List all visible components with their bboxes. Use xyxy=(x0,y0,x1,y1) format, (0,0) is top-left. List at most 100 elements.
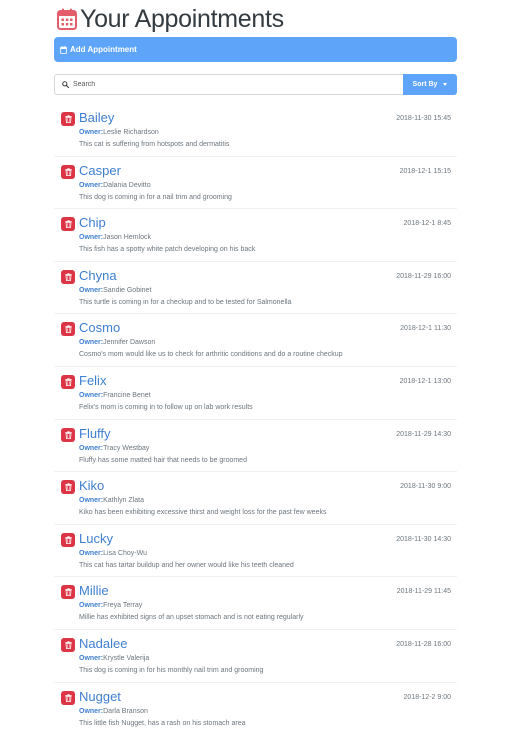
delete-appointment-button[interactable] xyxy=(61,164,75,179)
appointment-notes: Cosmo's mom would like us to check for a… xyxy=(79,351,343,359)
trash-icon xyxy=(64,483,72,492)
pet-name: Millie xyxy=(79,583,109,599)
appointment-item: Lucky 2018-11-30 14:30 Owner:Lisa Choy-W… xyxy=(54,525,457,578)
owner-label: Owner: xyxy=(79,549,104,557)
delete-appointment-button[interactable] xyxy=(61,427,75,442)
delete-appointment-button[interactable] xyxy=(61,322,75,337)
appointment-item: Nadalee 2018-11-28 16:00 Owner:Krystle V… xyxy=(54,630,457,683)
appointment-date: 2018-12-1 8:45 xyxy=(403,220,451,228)
trash-icon xyxy=(64,378,72,386)
appointment-date: 2018-12-2 9:00 xyxy=(403,693,451,701)
appointment-item: Chip 2018-12-1 8:45 Owner:Jason Hemlock … xyxy=(54,209,457,262)
owner-label: Owner: xyxy=(79,707,104,715)
sort-by-button[interactable]: Sort By xyxy=(403,74,457,95)
owner-label: Owner: xyxy=(79,286,104,294)
appointment-notes: This cat has tartar buildup and her owne… xyxy=(79,561,294,569)
delete-appointment-button[interactable] xyxy=(61,637,75,652)
pet-name: Cosmo xyxy=(79,320,121,336)
appointment-notes: This dog is coming in for his monthly na… xyxy=(79,666,264,674)
calendar-icon xyxy=(60,45,67,54)
trash-icon xyxy=(64,588,72,597)
owner-name: Sandie Gobinet xyxy=(103,286,152,294)
appointment-date: 2018-11-30 9:00 xyxy=(400,483,451,491)
appointment-item: Cosmo 2018-12-1 11:30 Owner:Jennifer Daw… xyxy=(54,314,457,367)
owner-line: Owner:Kathlyn Zlata xyxy=(79,497,144,504)
owner-name: Jennifer Dawson xyxy=(103,339,156,347)
appointment-item: Fluffy 2018-11-29 14:30 Owner:Tracy West… xyxy=(54,420,457,473)
pet-name: Nugget xyxy=(79,688,121,704)
delete-appointment-button[interactable] xyxy=(61,374,75,389)
pet-name: Felix xyxy=(79,372,107,388)
owner-label: Owner: xyxy=(79,497,104,505)
owner-label: Owner: xyxy=(79,654,104,662)
trash-icon xyxy=(64,167,72,176)
trash-icon xyxy=(64,430,72,439)
trash-icon xyxy=(64,325,72,334)
owner-line: Owner:Dalania Devitto xyxy=(79,182,151,189)
appointment-date: 2018-11-30 14:30 xyxy=(396,535,451,543)
owner-name: Lisa Choy-Wu xyxy=(103,549,147,557)
owner-label: Owner: xyxy=(79,602,104,610)
pet-name: Bailey xyxy=(79,110,115,125)
owner-label: Owner: xyxy=(79,129,104,136)
owner-name: Krystle Valerija xyxy=(103,654,150,662)
owner-label: Owner: xyxy=(79,181,104,189)
appointment-item: Bailey 2018-11-30 15:45 Owner:Leslie Ric… xyxy=(54,104,457,157)
delete-appointment-button[interactable] xyxy=(61,112,75,126)
add-appointment-button[interactable]: Add Appointment xyxy=(54,37,457,62)
owner-line: Owner:Leslie Richardson xyxy=(79,129,159,136)
appointment-item: Casper 2018-12-1 15:15 Owner:Dalania Dev… xyxy=(54,157,457,210)
pet-name: Chip xyxy=(79,215,106,231)
search-field xyxy=(54,74,403,95)
appointment-date: 2018-11-30 15:45 xyxy=(396,115,451,122)
appointment-notes: Fluffy has some matted hair that needs t… xyxy=(79,456,247,464)
delete-appointment-button[interactable] xyxy=(61,532,75,547)
pet-name: Lucky xyxy=(79,530,113,546)
appointment-item: Millie 2018-11-29 11:45 Owner:Freya Terr… xyxy=(54,577,457,630)
search-input[interactable] xyxy=(73,81,373,88)
appointment-item: Kiko 2018-11-30 9:00 Owner:Kathlyn Zlata… xyxy=(54,472,457,525)
appointment-notes: This turtle is coming in for a checkup a… xyxy=(79,298,292,306)
owner-line: Owner:Sandie Gobinet xyxy=(79,287,151,294)
delete-appointment-button[interactable] xyxy=(61,690,75,705)
caret-down-icon xyxy=(443,83,448,86)
owner-name: Kathlyn Zlata xyxy=(103,497,144,505)
appointment-date: 2018-11-28 16:00 xyxy=(396,640,451,648)
appointment-item: Chyna 2018-11-29 16:00 Owner:Sandie Gobi… xyxy=(54,262,457,315)
owner-line: Owner:Krystle Valerija xyxy=(79,655,149,662)
trash-icon xyxy=(64,693,72,702)
pet-name: Nadalee xyxy=(79,635,128,651)
pet-name: Casper xyxy=(79,162,121,178)
search-icon xyxy=(62,81,69,88)
trash-icon xyxy=(64,273,72,281)
trash-icon xyxy=(64,115,72,123)
owner-line: Owner:Francine Benet xyxy=(79,392,151,399)
delete-appointment-button[interactable] xyxy=(61,480,75,495)
owner-name: Jason Hemlock xyxy=(103,234,151,242)
appointment-item: Nugget 2018-12-2 9:00 Owner:Darla Branso… xyxy=(54,683,457,736)
owner-name: Francine Benet xyxy=(103,391,151,399)
owner-name: Dalania Devitto xyxy=(103,181,151,189)
delete-appointment-button[interactable] xyxy=(61,269,75,284)
appointment-date: 2018-11-29 16:00 xyxy=(396,272,451,280)
appointment-date: 2018-11-29 11:45 xyxy=(396,588,451,596)
appointment-notes: This fish has a spotty white patch devel… xyxy=(79,246,256,254)
appointment-notes: Millie has exhibited signs of an upset s… xyxy=(79,614,304,622)
delete-appointment-button[interactable] xyxy=(61,217,75,232)
delete-appointment-button[interactable] xyxy=(61,585,75,600)
pet-name: Fluffy xyxy=(79,425,111,441)
appointment-date: 2018-12-1 11:30 xyxy=(400,325,451,333)
owner-line: Owner:Lisa Choy-Wu xyxy=(79,550,147,557)
trash-icon xyxy=(64,641,72,649)
trash-icon xyxy=(64,536,72,544)
appointment-item: Felix 2018-12-1 13:00 Owner:Francine Ben… xyxy=(54,367,457,420)
owner-label: Owner: xyxy=(79,339,104,347)
owner-line: Owner:Tracy Westbay xyxy=(79,445,149,452)
owner-name: Tracy Westbay xyxy=(103,444,150,452)
sort-by-label: Sort By xyxy=(412,81,438,88)
add-appointment-label: Add Appointment xyxy=(70,45,137,54)
appointment-notes: This cat is suffering from hotspots and … xyxy=(79,141,230,148)
owner-name: Darla Branson xyxy=(103,707,148,715)
page-title: Your Appointments xyxy=(80,5,284,33)
owner-label: Owner: xyxy=(79,234,104,242)
